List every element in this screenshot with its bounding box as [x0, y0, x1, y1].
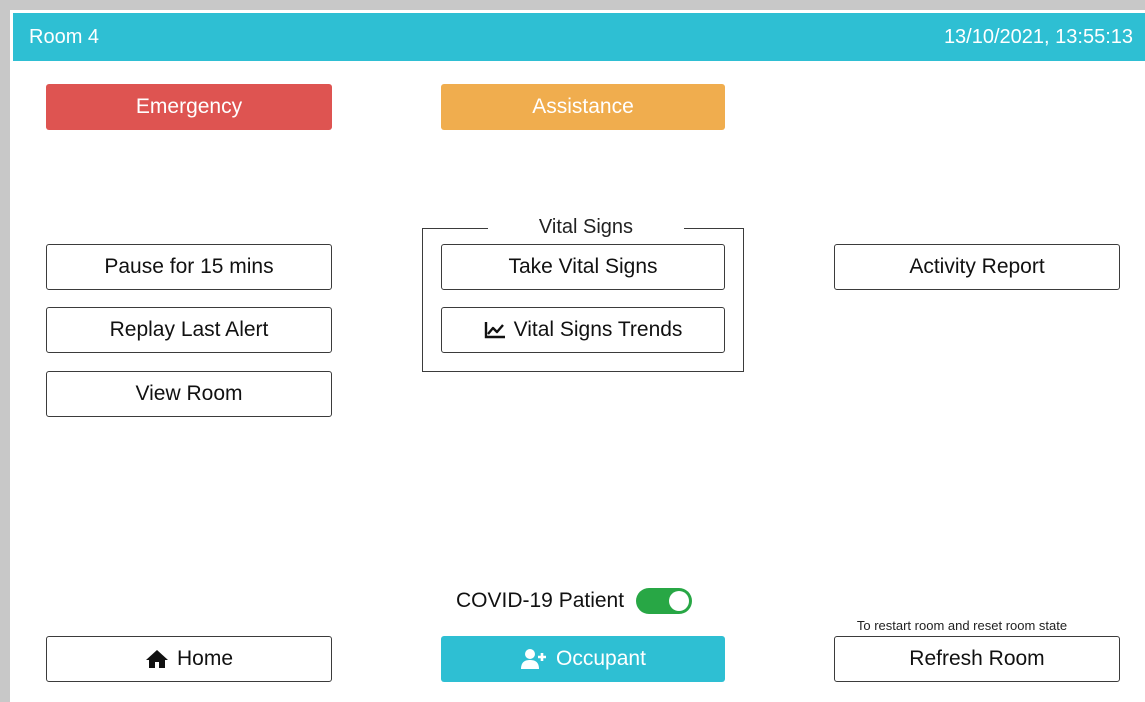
emergency-label: Emergency [135, 95, 243, 118]
refresh-room-button[interactable]: Refresh Room [834, 636, 1120, 682]
occupant-label: Occupant [556, 647, 646, 670]
pause-label: Pause for 15 mins [104, 255, 274, 278]
room-title: Room 4 [29, 26, 100, 48]
refresh-hint: To restart room and reset room state [856, 618, 1068, 633]
refresh-room-label: Refresh Room [909, 647, 1045, 670]
replay-last-alert-button[interactable]: Replay Last Alert [46, 307, 332, 353]
covid-toggle-switch[interactable] [636, 588, 693, 614]
room-header: Room 4 13/10/2021, 13:55:13 [13, 13, 1145, 61]
datetime-display: 13/10/2021, 13:55:13 [943, 26, 1133, 48]
pause-button[interactable]: Pause for 15 mins [46, 244, 332, 290]
assistance-label: Assistance [532, 95, 634, 118]
activity-report-button[interactable]: Activity Report [834, 244, 1120, 290]
take-vital-signs-label: Take Vital Signs [508, 255, 658, 278]
activity-report-label: Activity Report [909, 255, 1045, 278]
add-user-icon [520, 648, 548, 670]
toggle-knob [669, 591, 690, 611]
window-frame-left [0, 0, 10, 702]
home-icon [145, 649, 169, 669]
assistance-button[interactable]: Assistance [441, 84, 725, 130]
view-room-label: View Room [135, 382, 243, 405]
home-label: Home [176, 647, 234, 670]
view-room-button[interactable]: View Room [46, 371, 332, 417]
covid-toggle-row: COVID-19 Patient [456, 588, 693, 614]
add-occupant-button[interactable]: Occupant [441, 636, 725, 682]
vital-signs-group-title: Vital Signs [488, 216, 684, 239]
home-button[interactable]: Home [46, 636, 332, 682]
window-frame-top [0, 0, 1145, 10]
replay-label: Replay Last Alert [109, 318, 269, 341]
line-chart-icon [484, 321, 506, 339]
vital-signs-trends-button[interactable]: Vital Signs Trends [441, 307, 725, 353]
take-vital-signs-button[interactable]: Take Vital Signs [441, 244, 725, 290]
vital-signs-trends-label: Vital Signs Trends [513, 318, 683, 341]
emergency-button[interactable]: Emergency [46, 84, 332, 130]
covid-label: COVID-19 Patient [456, 589, 625, 612]
